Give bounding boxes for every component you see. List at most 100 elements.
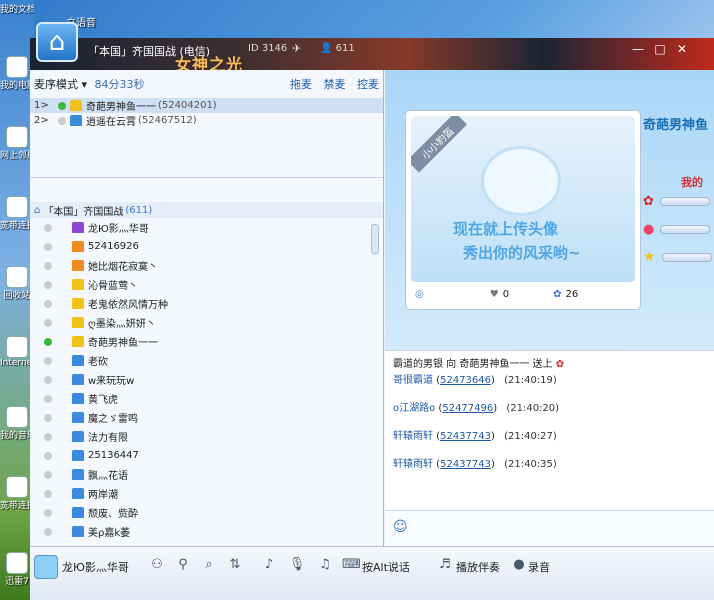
record-button[interactable]: 录音 — [528, 559, 550, 575]
push-to-talk-button[interactable]: 按Alt说话 — [362, 559, 410, 575]
desktop-item-my-computer[interactable]: 我的电脑 — [0, 56, 34, 91]
record-icon[interactable]: ● — [510, 557, 528, 575]
people-count-value: 611 — [335, 43, 355, 54]
desktop-item-recycle-bin[interactable]: 回收站 — [0, 266, 34, 301]
ban-mic-link[interactable]: 禁麦 — [324, 78, 346, 91]
people-icon[interactable]: ⚇ — [148, 557, 166, 575]
avatar-tag: 小小豹盔 — [411, 116, 468, 173]
member-name: 奇葩男神鱼一一 — [88, 338, 158, 349]
member-row[interactable]: 52416926 — [30, 237, 383, 256]
microphone-icon[interactable]: 🎙 — [288, 557, 306, 575]
member-row[interactable]: 沁骨蓝莺丶 — [30, 275, 383, 294]
queue-row[interactable]: 1> 奇葩男神鱼一一 (52404201) — [30, 98, 383, 113]
maximize-icon[interactable]: □ — [652, 42, 668, 58]
queue-name: 奇葩男神鱼一一 — [86, 102, 156, 113]
gift-message-text: 霸道的男银 向 奇葩男神鱼一一 送上 — [393, 359, 553, 370]
vest-icon — [72, 488, 84, 499]
desktop-item-xunlei[interactable]: 迅雷7 — [0, 552, 34, 587]
gift-progress — [661, 252, 712, 262]
chat-sender[interactable]: 哥很霸道 — [393, 375, 433, 386]
control-mic-link[interactable]: 控麦 — [357, 78, 379, 91]
desktop-item-music[interactable]: 我的音乐 2011 — [0, 406, 34, 441]
member-row[interactable]: 魔之ゞ雷鸣 — [30, 408, 383, 427]
like-icon[interactable]: ♥ — [490, 289, 499, 300]
vest-icon — [72, 298, 84, 309]
music-icon[interactable]: ♬ — [436, 557, 454, 575]
member-row[interactable]: 美ρ嘉k萎 — [30, 522, 383, 541]
offline-status-icon — [44, 413, 52, 422]
desktop-item-broadband[interactable]: 宽带连接 — [0, 196, 34, 231]
vest-icon — [72, 526, 84, 537]
music-settings-icon[interactable]: ♫ — [316, 557, 334, 575]
member-row[interactable]: 龙Ю影灬华哥 — [30, 218, 383, 237]
globe-icon — [6, 196, 28, 218]
close-icon[interactable]: ✕ — [674, 42, 690, 58]
member-row[interactable]: 老鬼依然风情万种 — [30, 294, 383, 313]
desktop-item-ie[interactable]: Internet Explorer — [0, 336, 34, 368]
swap-icon[interactable]: ⇅ — [226, 557, 244, 575]
keyboard-icon[interactable]: ⌨ — [342, 557, 361, 575]
chat-sender-id[interactable]: 52473646 — [440, 375, 491, 386]
member-row[interactable]: 两岸潮 — [30, 484, 383, 503]
chat-sender[interactable]: o江湖路o — [393, 403, 435, 414]
member-row[interactable]: 她比烟花寂寞丶 — [30, 256, 383, 275]
chat-sender-id[interactable]: 52437743 — [440, 431, 491, 442]
offline-status-icon — [44, 489, 52, 498]
search-icon[interactable]: ⌕ — [200, 557, 218, 575]
like-count: 0 — [502, 288, 510, 300]
chat-sender[interactable]: 轩辕雨轩 — [393, 459, 433, 470]
location-icon[interactable]: ⚲ — [174, 557, 192, 575]
desktop-item-label: 回收站 — [3, 291, 31, 301]
home-button[interactable]: ⌂ — [36, 22, 78, 62]
flower-icon[interactable]: ✿ — [553, 289, 561, 300]
member-row[interactable]: 25136447 — [30, 446, 383, 465]
minimize-icon[interactable]: — — [630, 42, 646, 58]
desktop-item-my-documents[interactable]: 我的文档 — [0, 2, 34, 15]
member-name: 龙Ю影灬华哥 — [88, 224, 149, 235]
avatar-image[interactable]: 小小豹盔 现在就上传头像 秀出你的风采哟~ — [411, 116, 635, 282]
member-name: 飘灬花语 — [88, 471, 128, 482]
chat-sender-id[interactable]: 52477496 — [442, 403, 493, 414]
star-icon: ★ — [643, 249, 656, 265]
drag-mic-link[interactable]: 拖麦 — [290, 78, 312, 91]
member-row[interactable]: 奇葩男神鱼一一 — [30, 332, 383, 351]
target-icon[interactable]: ◎ — [415, 289, 424, 300]
emoji-icon[interactable]: ☺ — [393, 519, 408, 535]
gift-row[interactable]: ✿ — [643, 192, 710, 210]
desktop-item-broadband-2[interactable]: 宽带连接 — [0, 476, 34, 511]
member-row[interactable]: ღ墨染灬妍妍丶 — [30, 313, 383, 332]
chat-sender-id[interactable]: 52437743 — [440, 459, 491, 470]
member-row[interactable]: 颓废、赀酔 — [30, 503, 383, 522]
mode-dropdown[interactable]: 麦序模式 ▾ — [34, 78, 87, 91]
my-gifts-label: 我的 — [681, 176, 703, 189]
desktop-item-label: 网上邻居 — [0, 151, 34, 161]
room-header: ⌂ 「本国」齐国国战 (电信) ID 3146 ✈ 👤 611 女神之光 — □… — [30, 22, 714, 74]
channel-header[interactable]: ⌂ 「本国」齐国国战 (611) — [30, 202, 383, 218]
member-name: 她比烟花寂寞丶 — [88, 262, 158, 273]
queue-id: (52467512) — [138, 115, 197, 126]
chat-message: 哥很霸道 (52473646) (21:40:19) — [393, 375, 557, 386]
member-row[interactable]: w来玩玩w — [30, 370, 383, 389]
chat-sender[interactable]: 轩辕雨轩 — [393, 431, 433, 442]
vest-icon — [72, 431, 84, 442]
speaker-icon[interactable]: ♪ — [260, 557, 278, 575]
queue-row[interactable]: 2> 逍遥在云霄 (52467512) — [30, 113, 383, 128]
gift-row[interactable]: ● — [643, 220, 711, 238]
desktop-item-label: Internet Explorer — [0, 358, 34, 368]
gift-row[interactable]: ★ — [643, 248, 712, 266]
my-avatar[interactable] — [34, 555, 58, 579]
member-row[interactable]: 老砍 — [30, 351, 383, 370]
vest-icon — [72, 393, 84, 404]
chat-input[interactable]: ☺ — [385, 510, 714, 546]
member-name: 沁骨蓝莺丶 — [88, 281, 138, 292]
play-accompaniment-button[interactable]: 播放伴奏 — [456, 559, 500, 575]
member-row[interactable]: 黄飞虎 — [30, 389, 383, 408]
offline-status-icon — [44, 375, 52, 384]
scrollbar-thumb[interactable] — [371, 224, 379, 254]
member-list: 龙Ю影灬华哥 52416926 她比烟花寂寞丶 沁骨蓝莺丶老鬼依然风情万种 ღ墨染灬妍妍… — [30, 218, 383, 541]
channel-count: (611) — [125, 204, 153, 216]
member-row[interactable]: 飘灬花语 — [30, 465, 383, 484]
member-row[interactable]: 法力有限 — [30, 427, 383, 446]
desktop-item-network[interactable]: 网上邻居 — [0, 126, 34, 161]
offline-status-icon — [58, 116, 66, 125]
